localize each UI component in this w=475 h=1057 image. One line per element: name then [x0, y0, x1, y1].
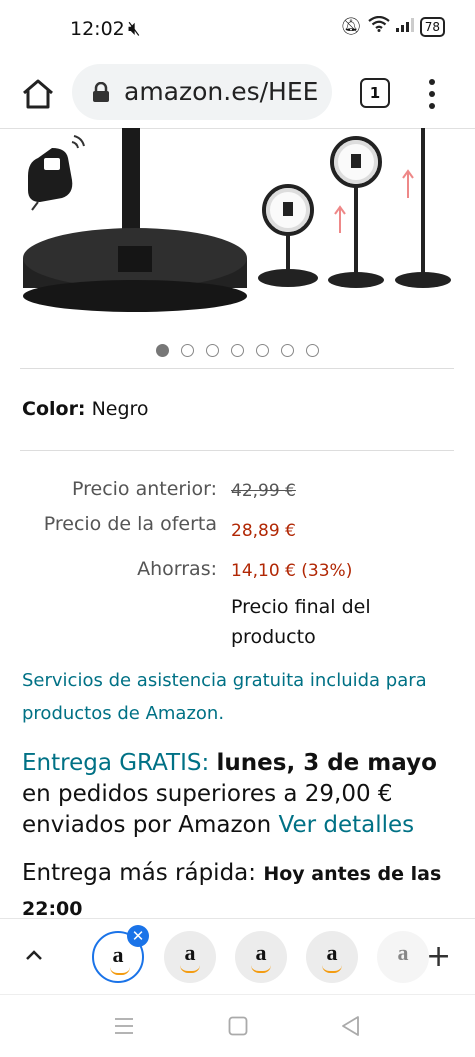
system-navigation-bar [0, 994, 475, 1057]
product-image[interactable] [0, 128, 475, 318]
amazon-logo-icon: a [184, 940, 196, 965]
new-tab-icon[interactable]: + [426, 939, 451, 974]
status-icons: 🔕︎ 78 [340, 15, 445, 37]
fast-delivery-info: Entrega más rápida: Hoy antes de las 22:… [22, 856, 462, 926]
old-price-value: 42,99 € [231, 481, 296, 501]
savings-label: Ahorras: [137, 558, 217, 580]
tab-amazon-partial[interactable]: a [377, 931, 429, 983]
tab-amazon[interactable]: a [306, 931, 358, 983]
color-row: Color: Negro [22, 398, 149, 420]
tab-switcher-button[interactable]: 1 [360, 78, 390, 108]
services-link[interactable]: Servicios de asistencia gratuita incluid… [22, 664, 452, 730]
close-tab-icon[interactable]: ✕ [127, 925, 149, 947]
carousel-dot[interactable] [181, 344, 194, 357]
more-menu-icon[interactable] [424, 76, 440, 112]
divider [20, 368, 454, 369]
bell-off-icon: 🔕︎ [340, 16, 362, 37]
carousel-dot[interactable] [281, 344, 294, 357]
amazon-smile-icon [110, 967, 130, 975]
address-bar[interactable]: amazon.es/HEE [72, 64, 332, 120]
offer-price-label: Precio de la oferta [43, 513, 217, 535]
amazon-logo-icon: a [255, 940, 267, 965]
image-carousel-indicator [0, 340, 475, 360]
carousel-dot[interactable] [231, 344, 244, 357]
offer-price-value: 28,89 € [231, 521, 296, 541]
color-label: Color: [22, 398, 86, 420]
amazon-logo-icon: a [326, 940, 338, 965]
browser-toolbar: amazon.es/HEE 1 [0, 60, 475, 128]
wifi-icon [368, 15, 390, 37]
see-details-link[interactable]: Ver detalles [279, 812, 415, 838]
recents-menu-icon[interactable] [114, 1017, 134, 1035]
color-value: Negro [91, 398, 149, 420]
url-text: amazon.es/HEE [124, 77, 319, 106]
tab-amazon[interactable]: a [235, 931, 287, 983]
free-delivery-label: Entrega GRATIS: [22, 750, 210, 776]
status-bar: 12:02 🔇︎ 🔕︎ 78 [0, 0, 475, 60]
chevron-up-icon[interactable] [22, 943, 46, 967]
battery-icon: 78 [419, 16, 445, 37]
ring-light-small-image [258, 184, 318, 287]
home-icon [23, 79, 53, 109]
delivery-date: lunes, 3 de mayo [216, 750, 437, 776]
savings-value: 14,10 € (33%) [231, 561, 353, 581]
tab-amazon[interactable]: a [164, 931, 216, 983]
remote-control-image [28, 135, 85, 211]
mute-icon: 🔇︎ [128, 16, 141, 40]
status-time: 12:02 [70, 18, 125, 40]
amazon-logo-icon: a [112, 942, 124, 967]
carousel-dot[interactable] [156, 344, 169, 357]
carousel-dot[interactable] [306, 344, 319, 357]
amazon-smile-icon [322, 965, 342, 973]
lock-icon [93, 82, 109, 102]
carousel-dot[interactable] [256, 344, 269, 357]
signal-icon [395, 17, 414, 37]
ring-light-medium-image [328, 136, 384, 288]
home-button[interactable] [18, 74, 58, 114]
ring-light-tall-image [395, 128, 451, 288]
amazon-smile-icon [251, 965, 271, 973]
amazon-logo-icon: a [397, 940, 409, 965]
carousel-dot[interactable] [206, 344, 219, 357]
old-price-label: Precio anterior: [71, 478, 217, 500]
final-price-note: Precio final del producto [231, 596, 371, 648]
back-triangle-icon[interactable] [340, 1015, 360, 1037]
tab-strip: a ✕ a a a a + [0, 918, 475, 995]
home-square-icon[interactable] [228, 1016, 248, 1036]
amazon-smile-icon [180, 965, 200, 973]
divider [20, 450, 454, 451]
delivery-info: Entrega GRATIS: lunes, 3 de mayo en pedi… [22, 748, 462, 841]
fast-delivery-label: Entrega más rápida: [22, 860, 257, 886]
